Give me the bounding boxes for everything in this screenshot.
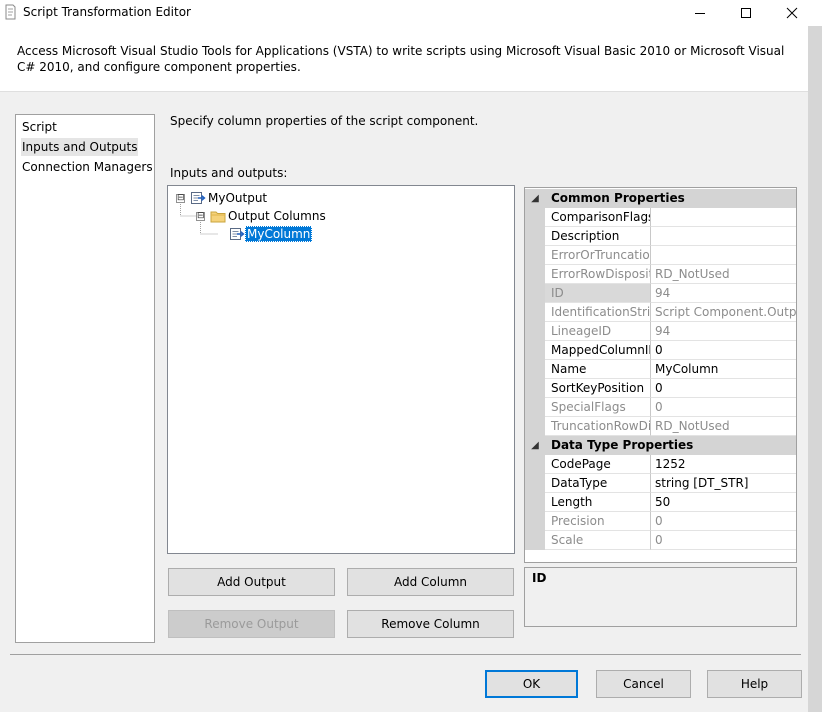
property-description-panel: ID [524, 567, 797, 627]
property-name: ID [545, 284, 651, 303]
property-row[interactable]: MappedColumnID 0 [525, 341, 796, 360]
property-row[interactable]: TruncationRowDisposition RD_NotUsed [525, 417, 796, 436]
property-value[interactable]: 0 [651, 379, 796, 398]
property-value: 94 [651, 322, 796, 341]
property-row[interactable]: DataType string [DT_STR] [525, 474, 796, 493]
property-row[interactable]: Length 50 [525, 493, 796, 512]
tree-node-output[interactable]: MyOutput [190, 189, 269, 207]
expand-columns-toggle[interactable]: ⊟ [196, 212, 205, 221]
property-row[interactable]: LineageID 94 [525, 322, 796, 341]
inputs-outputs-tree[interactable]: ⊟ MyOutput ⊟ Output Columns MyColumn [167, 185, 515, 554]
help-button[interactable]: Help [707, 670, 802, 698]
property-row[interactable]: SortKeyPosition 0 [525, 379, 796, 398]
property-name: SpecialFlags [545, 398, 651, 417]
folder-icon [210, 211, 226, 223]
nav-item-inputs-and-outputs[interactable]: Inputs and Outputs [21, 138, 139, 156]
add-output-button[interactable]: Add Output [168, 568, 335, 596]
description-title: ID [532, 571, 547, 585]
property-name: Description [545, 227, 651, 246]
close-button[interactable] [769, 0, 815, 26]
expand-output-toggle[interactable]: ⊟ [176, 194, 185, 203]
property-value[interactable]: 1252 [651, 455, 796, 474]
add-column-button[interactable]: Add Column [347, 568, 514, 596]
cancel-button[interactable]: Cancel [596, 670, 691, 698]
background-strip [808, 26, 822, 712]
ok-button[interactable]: OK [485, 670, 578, 698]
nav-panel: Script Inputs and Outputs Connection Man… [15, 114, 155, 643]
output-icon [191, 192, 206, 204]
property-name: SortKeyPosition [545, 379, 651, 398]
page-caption: Specify column properties of the script … [170, 114, 479, 128]
property-value[interactable]: MyColumn [651, 360, 796, 379]
property-value: RD_NotUsed [651, 265, 796, 284]
property-name: DataType [545, 474, 651, 493]
tree-label-mycolumn: MyColumn [245, 226, 313, 242]
property-row[interactable]: ErrorRowDisposition RD_NotUsed [525, 265, 796, 284]
category-data-type-properties[interactable]: ◢ Data Type Properties [525, 436, 796, 455]
remove-output-button[interactable]: Remove Output [168, 610, 335, 638]
property-name: CodePage [545, 455, 651, 474]
column-icon [230, 228, 245, 240]
maximize-button[interactable] [723, 0, 769, 26]
minimize-button[interactable] [677, 0, 723, 26]
property-value[interactable] [651, 208, 796, 227]
remove-column-button[interactable]: Remove Column [347, 610, 514, 638]
category-common-properties[interactable]: ◢ Common Properties [525, 189, 796, 208]
property-value: 94 [651, 284, 796, 303]
property-value: 0 [651, 531, 796, 550]
property-value: Script Component.Outputs[MyOutput].Colum… [651, 303, 796, 322]
property-name: Length [545, 493, 651, 512]
category-label: Data Type Properties [551, 438, 694, 452]
property-row[interactable]: CodePage 1252 [525, 455, 796, 474]
property-row[interactable]: Precision 0 [525, 512, 796, 531]
tree-node-mycolumn[interactable]: MyColumn [229, 225, 313, 243]
maximize-icon [741, 8, 751, 18]
property-value[interactable]: string [DT_STR] [651, 474, 796, 493]
property-row[interactable]: ComparisonFlags [525, 208, 796, 227]
property-grid: ◢ Common Properties ComparisonFlags Desc… [524, 187, 797, 563]
divider [10, 654, 801, 655]
minimize-icon [695, 13, 705, 14]
collapse-common-icon[interactable]: ◢ [525, 189, 545, 208]
property-value: RD_NotUsed [651, 417, 796, 436]
tree-node-output-columns[interactable]: Output Columns [210, 207, 328, 225]
property-row[interactable]: Name MyColumn [525, 360, 796, 379]
nav-item-connection-managers[interactable]: Connection Managers [21, 158, 154, 176]
property-row[interactable]: ErrorOrTruncationOperation [525, 246, 796, 265]
property-value: 0 [651, 512, 796, 531]
property-value [651, 246, 796, 265]
property-row[interactable]: IdentificationString Script Component.Ou… [525, 303, 796, 322]
property-name: Precision [545, 512, 651, 531]
property-row[interactable]: SpecialFlags 0 [525, 398, 796, 417]
script-icon [5, 4, 16, 20]
tree-label-output-columns: Output Columns [228, 209, 326, 223]
property-name: ErrorRowDisposition [545, 265, 651, 284]
property-value[interactable]: 50 [651, 493, 796, 512]
tree-label-output: MyOutput [208, 191, 268, 205]
property-name: ErrorOrTruncationOperation [545, 246, 651, 265]
property-row[interactable]: Description [525, 227, 796, 246]
property-name: IdentificationString [545, 303, 651, 322]
category-label: Common Properties [551, 191, 685, 205]
property-name: Scale [545, 531, 651, 550]
property-row-selected[interactable]: ID 94 [525, 284, 796, 303]
header-band: Access Microsoft Visual Studio Tools for… [0, 26, 808, 92]
property-name: Name [545, 360, 651, 379]
property-value: 0 [651, 398, 796, 417]
window-title: Script Transformation Editor [23, 5, 191, 19]
collapse-datatype-icon[interactable]: ◢ [525, 436, 545, 455]
property-row[interactable]: Scale 0 [525, 531, 796, 550]
title-bar: Script Transformation Editor [0, 0, 822, 26]
inputs-outputs-label: Inputs and outputs: [170, 166, 288, 180]
property-name: LineageID [545, 322, 651, 341]
property-name: MappedColumnID [545, 341, 651, 360]
close-icon [786, 7, 798, 19]
header-description: Access Microsoft Visual Studio Tools for… [17, 44, 785, 74]
property-name: ComparisonFlags [545, 208, 651, 227]
property-name: TruncationRowDisposition [545, 417, 651, 436]
property-value[interactable] [651, 227, 796, 246]
nav-item-script[interactable]: Script [21, 118, 58, 136]
property-value[interactable]: 0 [651, 341, 796, 360]
